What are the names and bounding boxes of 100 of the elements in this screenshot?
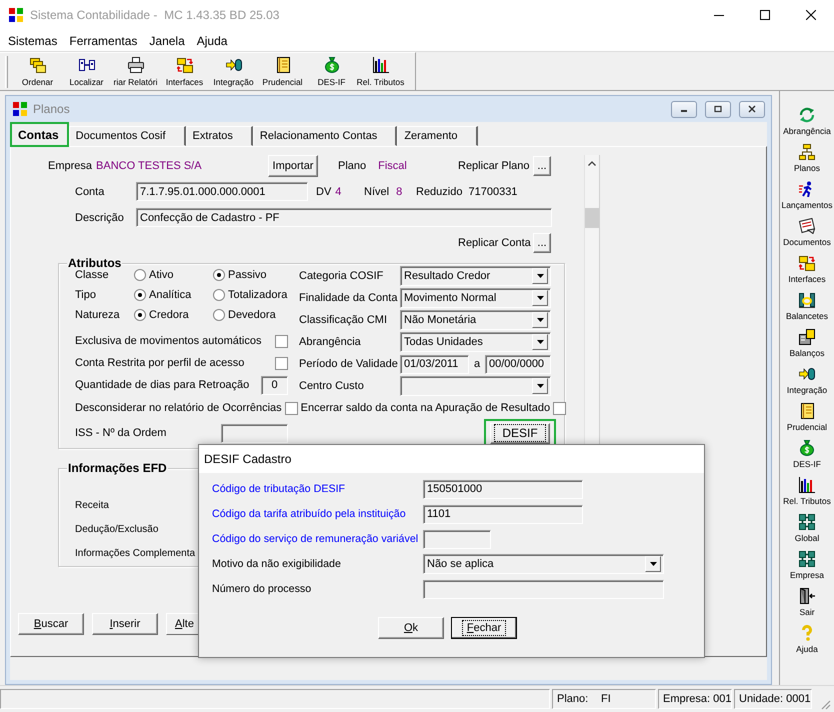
- field-label: Finalidade da Conta: [299, 292, 398, 304]
- checkbox[interactable]: [275, 356, 288, 370]
- field-label: Exclusiva de movimentos automáticos: [75, 335, 262, 347]
- text-field[interactable]: 150501000: [423, 480, 583, 498]
- text-field[interactable]: [221, 424, 288, 442]
- toolbar-button[interactable]: DES-IF: [307, 54, 356, 90]
- field-label: Descrição: [75, 212, 124, 224]
- field-label: Abrangência: [299, 336, 361, 348]
- sidebar-button[interactable]: Balancetes: [780, 288, 834, 325]
- status-text: Empresa: 001: [658, 689, 732, 709]
- close-icon: [748, 105, 756, 113]
- tab[interactable]: Zeramento: [397, 126, 478, 146]
- radio-button[interactable]: [134, 269, 146, 281]
- arrow-cylinder-icon: [799, 366, 815, 382]
- checkbox[interactable]: [553, 402, 566, 414]
- text-field[interactable]: [423, 580, 664, 598]
- action-button[interactable]: Inserir: [92, 613, 158, 635]
- field-label: Código do serviço de remuneração variável: [212, 533, 420, 545]
- field-label: Empresa: [48, 160, 92, 172]
- grid-icon: [799, 551, 815, 567]
- tab[interactable]: Contas: [10, 122, 69, 147]
- dropdown[interactable]: Não se aplica: [423, 554, 664, 574]
- dropdown[interactable]: Todas Unidades: [400, 332, 551, 352]
- tab[interactable]: Relacionamento Contas: [252, 126, 398, 146]
- option-label: Passivo: [228, 269, 267, 281]
- radio-button[interactable]: [134, 309, 146, 321]
- resize-grip-icon[interactable]: [819, 698, 831, 710]
- radio-button[interactable]: [213, 289, 225, 301]
- field-value: BANCO TESTES S/A: [96, 160, 202, 172]
- scrollbar-thumb[interactable]: [585, 208, 599, 228]
- field-label: Conta Restrita por perfil de acesso: [75, 357, 244, 369]
- ellipsis-button[interactable]: ...: [533, 156, 551, 176]
- ellipsis-button[interactable]: ...: [533, 233, 551, 253]
- toolbar-button[interactable]: Ordenar: [13, 54, 62, 90]
- restore-button[interactable]: [705, 100, 731, 118]
- sidebar-button[interactable]: Ajuda: [780, 621, 834, 658]
- dialog-button[interactable]: Ok: [378, 617, 444, 639]
- sidebar-button[interactable]: Planos: [780, 140, 834, 177]
- text-field[interactable]: 1101: [423, 504, 583, 524]
- tab[interactable]: Documentos Cosif: [68, 126, 186, 146]
- field-label: Classe: [75, 269, 109, 281]
- menu-item[interactable]: Ajuda: [190, 32, 234, 50]
- caret-icon: [532, 312, 548, 328]
- sidebar-button[interactable]: Balanços: [780, 325, 834, 362]
- import-button[interactable]: Importar: [268, 155, 318, 177]
- field-label: Classificação CMI: [299, 314, 388, 326]
- toolbar-button[interactable]: Prudencial: [258, 54, 307, 90]
- sidebar-button[interactable]: Empresa: [780, 547, 834, 584]
- toolbar-button[interactable]: riar Relatóri: [111, 54, 160, 90]
- sidebar-button[interactable]: Interfaces: [780, 251, 834, 288]
- dropdown[interactable]: Resultado Credor: [400, 266, 551, 286]
- field-label: Dedução/Exclusão: [75, 524, 158, 534]
- caret-icon: [532, 378, 548, 394]
- radio-button[interactable]: [213, 309, 225, 321]
- radio-button[interactable]: [213, 269, 225, 281]
- number-field[interactable]: 0: [261, 376, 288, 394]
- toolbar-grip[interactable]: [5, 56, 8, 88]
- tab[interactable]: Extratos: [186, 126, 253, 146]
- sidebar-button[interactable]: Global: [780, 510, 834, 547]
- close-button[interactable]: [739, 100, 765, 118]
- menu-item[interactable]: Ferramentas: [63, 32, 144, 50]
- field-value: 8: [396, 186, 402, 198]
- sidebar-button[interactable]: Rel. Tributos: [780, 473, 834, 510]
- text-field[interactable]: Confecção de Cadastro - PF: [136, 208, 552, 227]
- sidebar-button[interactable]: Sair: [780, 584, 834, 621]
- sidebar-button[interactable]: Documentos: [780, 214, 834, 251]
- field-label: Centro Custo: [299, 380, 364, 392]
- dropdown[interactable]: Não Monetária: [400, 310, 551, 330]
- toolbar-button[interactable]: Interfaces: [160, 54, 209, 90]
- field-value: Fiscal: [378, 160, 407, 172]
- field-label: Motivo da não exigibilidade: [212, 558, 342, 570]
- text-field[interactable]: 7.1.7.95.01.000.000.0001: [136, 182, 308, 201]
- toolbar-button[interactable]: Rel. Tributos: [356, 54, 405, 90]
- desif-button[interactable]: DESIF: [490, 422, 550, 444]
- minimize-button[interactable]: [671, 100, 697, 118]
- sidebar-button[interactable]: Prudencial: [780, 399, 834, 436]
- folders-icon: [30, 56, 46, 72]
- sidebar-button[interactable]: Integração: [780, 362, 834, 399]
- menu-item[interactable]: Janela: [143, 32, 191, 50]
- exit-door-icon: [799, 588, 815, 604]
- group-title: Informações EFD: [67, 461, 168, 475]
- checkbox[interactable]: [275, 334, 288, 348]
- dropdown[interactable]: [400, 376, 551, 396]
- date-field[interactable]: 01/03/2011: [400, 354, 469, 374]
- action-button[interactable]: Alte: [166, 613, 199, 635]
- toolbar-button[interactable]: Localizar: [62, 54, 111, 90]
- menu-item[interactable]: Sistemas: [2, 32, 64, 50]
- toolbar-button[interactable]: Integração: [209, 54, 258, 90]
- checkbox[interactable]: [284, 402, 298, 414]
- sidebar-button[interactable]: DES-IF: [780, 436, 834, 473]
- dropdown[interactable]: Movimento Normal: [400, 288, 551, 308]
- dialog-button[interactable]: Fechar: [451, 617, 517, 639]
- radio-button[interactable]: [134, 289, 146, 301]
- notebook-icon: [274, 56, 290, 72]
- sidebar-button[interactable]: Abrangência: [780, 103, 834, 140]
- action-button[interactable]: Buscar: [18, 613, 84, 635]
- text-field[interactable]: [423, 530, 491, 548]
- sidebar-button[interactable]: Lançamentos: [780, 177, 834, 214]
- field-label: ISS - Nº da Ordem: [75, 427, 166, 439]
- date-field[interactable]: 00/00/0000: [485, 354, 551, 374]
